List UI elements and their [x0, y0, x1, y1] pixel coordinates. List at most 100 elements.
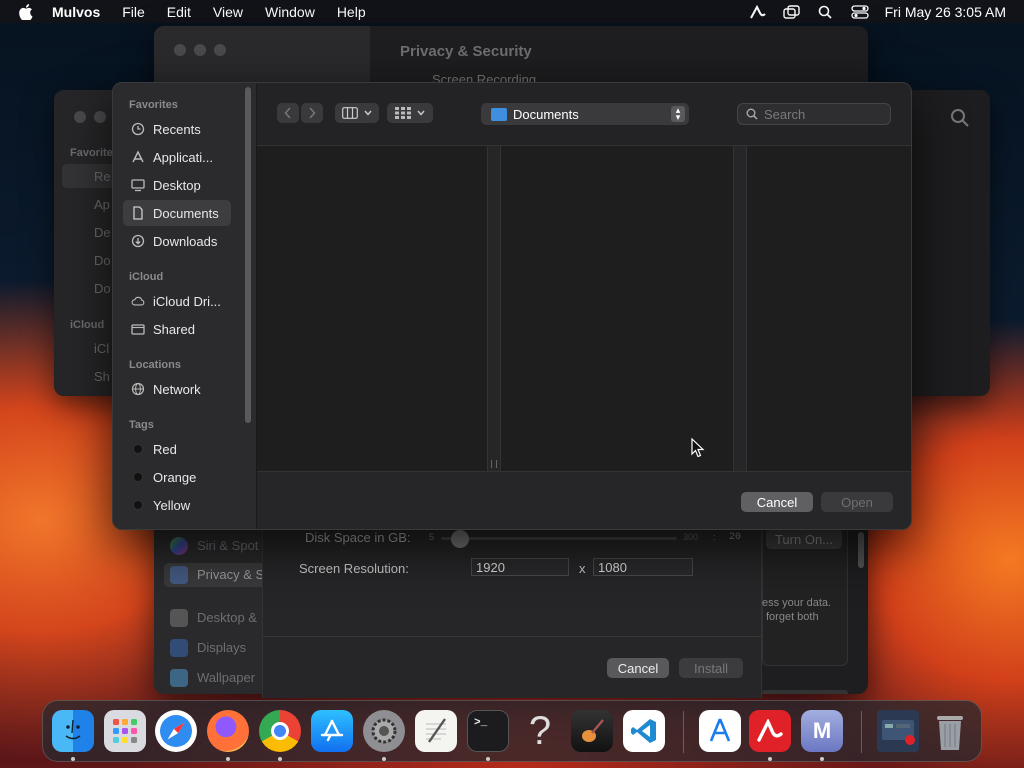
sidebar-tag-orange[interactable]: Orange [123, 464, 231, 490]
finder-item-3[interactable]: Do [94, 253, 111, 268]
sidebar-item-label: Gr [153, 526, 167, 530]
menu-app-name[interactable]: Mulvos [52, 4, 100, 20]
path-popup[interactable]: Documents ▴ ▾ [481, 103, 689, 125]
menu-help[interactable]: Help [337, 4, 366, 20]
sidebar-item-label: Orange [153, 469, 197, 485]
sidebar-tag-yellow[interactable]: Yellow [123, 492, 231, 518]
sidebar-item-label: Desktop [153, 177, 201, 193]
settings-traffic-lights[interactable] [174, 44, 226, 56]
resolution-height-input[interactable] [593, 558, 693, 576]
chevron-down-icon [417, 110, 425, 116]
window-switch-icon[interactable] [782, 4, 801, 19]
disk-value: 20 [729, 532, 742, 543]
search-icon [746, 108, 758, 120]
dock-firefox-icon[interactable] [207, 710, 249, 752]
open-file-dialog: Favorites Recents Applicati... Desktop D… [112, 82, 912, 530]
disk-slider-track[interactable] [441, 537, 677, 540]
view-mode-button[interactable] [335, 103, 379, 123]
menu-file[interactable]: File [122, 4, 145, 20]
sidebar-item-recents[interactable]: Recents [123, 116, 231, 142]
columns-view-icon [342, 107, 358, 119]
column-divider[interactable] [487, 146, 501, 472]
menu-window[interactable]: Window [265, 4, 315, 20]
column-divider[interactable] [733, 146, 747, 472]
dock-avira-icon[interactable] [749, 710, 791, 752]
sidebar-tag-red[interactable]: Red [123, 436, 231, 462]
column-browser[interactable] [257, 145, 911, 472]
dock-help-icon[interactable]: ? [519, 709, 561, 753]
sidebar-item-label: Network [153, 381, 201, 397]
tag-dot-icon [131, 442, 145, 456]
dock-finder-icon[interactable] [52, 710, 94, 752]
finder-search-icon[interactable] [950, 108, 970, 128]
sidebar-item-downloads[interactable]: Downloads [123, 228, 231, 254]
control-center-icon[interactable] [850, 4, 869, 19]
sidebar-item-shared[interactable]: Shared [123, 316, 231, 342]
disk-max: 300 [683, 532, 699, 542]
sidebar-item-label: Applicati... [153, 149, 213, 165]
finder-item-4[interactable]: Do [94, 281, 111, 296]
disk-slider-thumb[interactable] [451, 530, 469, 548]
tag-dot-icon [131, 470, 145, 484]
sidebar-item-label: Red [153, 441, 177, 457]
sidebar-item-desktop[interactable]: Desktop [123, 172, 231, 198]
dock: >_ ? M [42, 700, 982, 762]
dock-m-app-icon[interactable]: M [801, 710, 843, 752]
search-field[interactable]: Search [737, 103, 891, 125]
dock-app-store-icon[interactable] [311, 710, 353, 752]
updown-chevron-icon: ▴ ▾ [671, 106, 685, 122]
menu-view[interactable]: View [213, 4, 243, 20]
dock-chrome-icon[interactable] [259, 710, 301, 752]
dock-downloads-stack-icon[interactable] [877, 710, 919, 752]
dock-textedit-icon[interactable] [415, 710, 457, 752]
chevron-left-icon [284, 107, 291, 119]
dock-trash-icon[interactable] [929, 710, 971, 752]
dock-garageband-icon[interactable] [571, 710, 613, 752]
sidebar-item-icloud-drive[interactable]: iCloud Dri... [123, 288, 231, 314]
sidebar-item-label: Documents [153, 205, 219, 221]
sidebar-tag-green[interactable]: Gr [123, 520, 231, 530]
forward-button[interactable] [301, 103, 323, 123]
tag-dot-icon [131, 498, 145, 512]
dock-safari-icon[interactable] [155, 710, 197, 752]
finder-item-5[interactable]: iCl [94, 341, 109, 356]
disk-separator: : [713, 532, 716, 542]
turn-on-button[interactable]: Turn On... [766, 529, 842, 549]
dock-terminal-icon[interactable]: >_ [467, 710, 509, 752]
sidebar-item-documents[interactable]: Documents [123, 200, 231, 226]
path-label: Documents [513, 106, 579, 122]
apple-icon[interactable] [18, 3, 34, 20]
sheet-cancel-button[interactable]: Cancel [607, 658, 669, 678]
open-button[interactable]: Open [821, 492, 893, 512]
sidebar-item-network[interactable]: Network [123, 376, 231, 402]
dock-system-settings-icon[interactable] [363, 710, 405, 752]
dock-vscode-icon[interactable] [623, 710, 665, 752]
privacy-side-text-1: ess your data. [762, 597, 832, 609]
dock-launchpad-icon[interactable] [104, 710, 146, 752]
dock-xcode-instruments-icon[interactable] [699, 710, 741, 752]
resolution-width-input[interactable] [471, 558, 569, 576]
back-button[interactable] [277, 103, 299, 123]
sidebar-item-label: Recents [153, 121, 201, 137]
finder-item-1[interactable]: Ap [94, 197, 110, 212]
resolution-x: x [579, 561, 586, 576]
section-icloud: iCloud [129, 271, 164, 283]
finder-item-2[interactable]: De [94, 225, 111, 240]
sidebar-item-applications[interactable]: Applicati... [123, 144, 231, 170]
finder-item-6[interactable]: Sh [94, 369, 110, 384]
download-icon [131, 234, 145, 248]
install-button[interactable]: Install [679, 658, 743, 678]
settings-scrollbar[interactable] [858, 532, 864, 568]
menu-clock[interactable]: Fri May 26 3:05 AM [885, 4, 1006, 20]
disk-min: 5 [429, 532, 435, 542]
avira-icon[interactable] [749, 4, 767, 19]
folder-icon [491, 107, 507, 121]
menu-edit[interactable]: Edit [167, 4, 191, 20]
section-locations: Locations [129, 359, 181, 371]
menu-bar: Mulvos File Edit View Window Help Fri Ma… [0, 0, 1024, 23]
sidebar-scrollbar[interactable] [245, 87, 251, 423]
spotlight-icon[interactable] [817, 5, 835, 19]
cancel-button[interactable]: Cancel [741, 492, 813, 512]
group-button[interactable] [387, 103, 433, 123]
finder-item-0[interactable]: Re [94, 169, 111, 184]
